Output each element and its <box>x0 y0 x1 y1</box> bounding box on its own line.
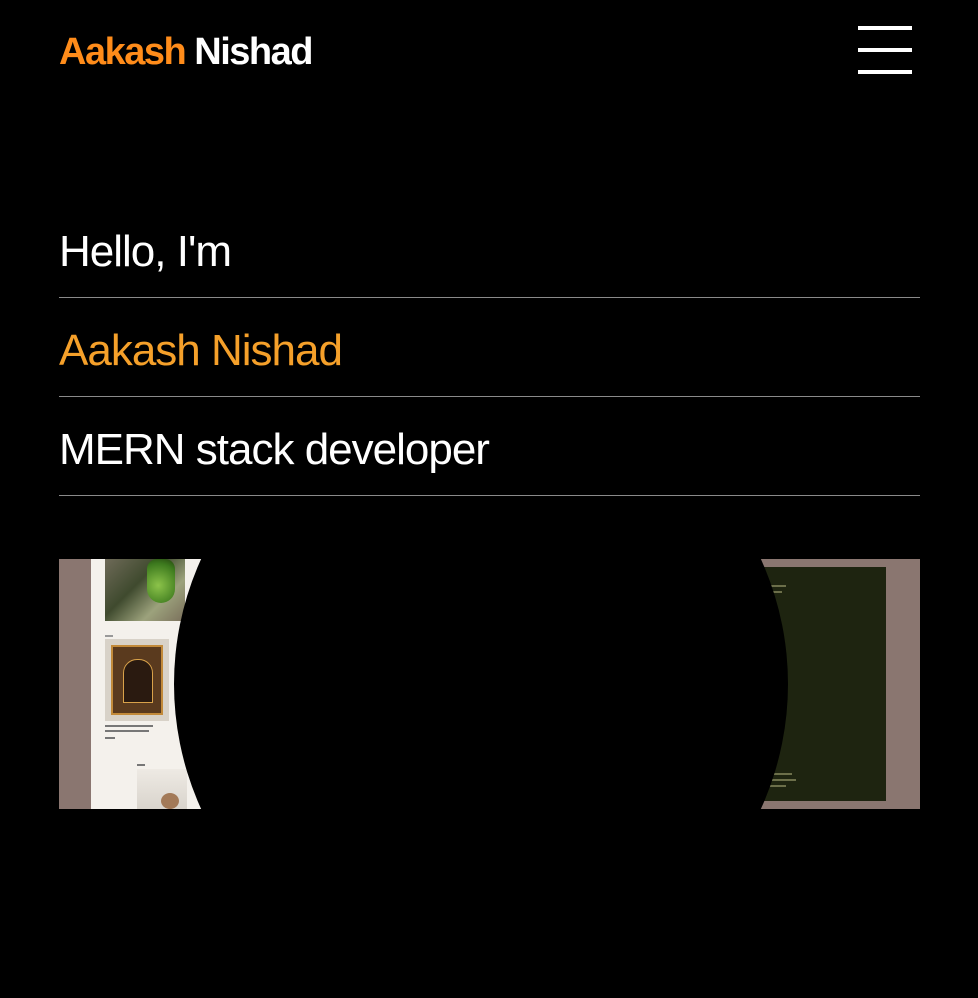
project-preview-image[interactable] <box>59 559 920 809</box>
logo-last-name: Nishad <box>194 31 313 73</box>
hamburger-menu-icon[interactable] <box>858 26 912 74</box>
product-tag <box>105 635 113 637</box>
hero-name-row: Aakash Nishad <box>59 298 920 397</box>
product-photo-bottle <box>105 559 185 621</box>
site-header: Aakash Nishad <box>59 26 912 76</box>
circle-mask-overlay <box>174 559 788 809</box>
site-logo[interactable]: Aakash Nishad <box>59 30 313 74</box>
menu-bar-bottom <box>858 70 912 74</box>
logo-first-name: Aakash <box>59 31 187 73</box>
product-caption-line <box>105 730 149 732</box>
hero-greeting: Hello, I'm <box>59 227 232 276</box>
hero-section: Hello, I'm Aakash Nishad MERN stack deve… <box>59 199 920 496</box>
product-photo-mirror <box>105 639 169 721</box>
decor-object <box>161 793 179 809</box>
mirror-frame <box>111 645 163 715</box>
product-caption-line <box>105 725 153 727</box>
hero-role: MERN stack developer <box>59 425 490 474</box>
hero-role-row: MERN stack developer <box>59 397 920 496</box>
hero-greeting-row: Hello, I'm <box>59 199 920 298</box>
hero-name: Aakash Nishad <box>59 326 343 375</box>
green-bottle-shape <box>147 559 175 603</box>
menu-bar-middle <box>858 48 912 52</box>
product-tag <box>137 764 145 766</box>
product-price-line <box>105 737 115 739</box>
portfolio-page: Aakash Nishad Hello, I'm Aakash Nishad M… <box>0 0 978 998</box>
mirror-arch <box>123 659 153 703</box>
product-photo-decor <box>137 769 187 809</box>
menu-bar-top <box>858 26 912 30</box>
